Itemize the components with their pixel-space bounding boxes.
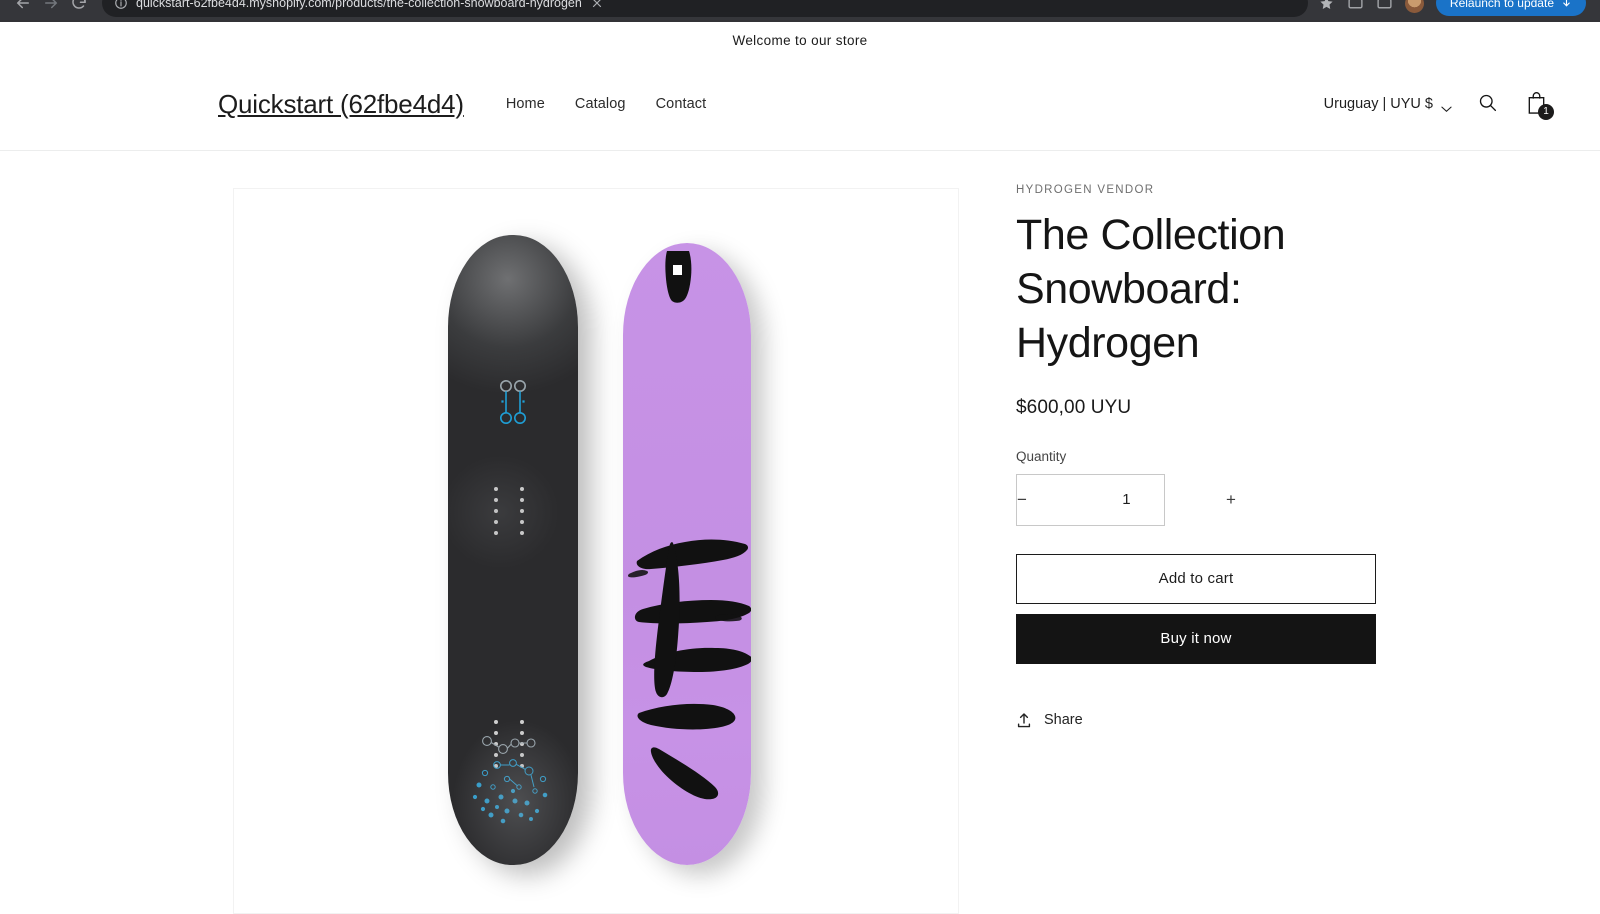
search-icon [1477, 92, 1498, 116]
store-name-link[interactable]: Quickstart (62fbe4d4) [218, 89, 464, 120]
cart-count-badge: 1 [1538, 104, 1554, 120]
relaunch-to-update-button[interactable]: Relaunch to update [1435, 0, 1586, 16]
close-icon[interactable] [590, 0, 604, 10]
download-arrow-icon [1561, 0, 1572, 9]
dot-grid-upper [494, 487, 532, 535]
bookmark-star-icon[interactable] [1318, 0, 1335, 12]
chevron-down-icon [1441, 101, 1452, 113]
quantity-label: Quantity [1016, 448, 1067, 464]
site-header: Quickstart (62fbe4d4) Home Catalog Conta… [0, 58, 1600, 151]
header-actions: Uruguay | UYU $ 1 [1323, 89, 1554, 120]
molecule-network-graphic [457, 727, 569, 831]
product-info: HYDROGEN VENDOR The Collection Snowboard… [1016, 184, 1396, 729]
address-bar[interactable]: quickstart-62fbe4d4.myshopify.com/produc… [102, 0, 1308, 17]
search-button[interactable] [1474, 91, 1500, 117]
relaunch-to-update-label: Relaunch to update [1449, 0, 1554, 10]
nav-link-home[interactable]: Home [506, 96, 545, 112]
quantity-increase-button[interactable]: + [1226, 475, 1236, 525]
share-upload-icon [1016, 712, 1032, 729]
cart-button[interactable]: 1 [1522, 89, 1554, 120]
forward-arrow-icon[interactable] [42, 0, 60, 12]
product-page: HYDROGEN VENDOR The Collection Snowboard… [0, 152, 1600, 914]
snowboard-dark-graphic [448, 235, 578, 865]
announcement-bar: Welcome to our store [0, 22, 1600, 58]
main-navigation: Home Catalog Contact [506, 96, 706, 112]
country-currency-selector[interactable]: Uruguay | UYU $ [1323, 96, 1452, 113]
quantity-stepper[interactable]: − + [1016, 473, 1236, 526]
quantity-decrease-button[interactable]: − [1017, 475, 1027, 525]
share-label: Share [1044, 712, 1083, 729]
product-title: The Collection Snowboard: Hydrogen [1016, 211, 1286, 368]
downloads-icon[interactable] [1376, 0, 1393, 12]
product-media-gallery[interactable] [233, 188, 959, 914]
buy-it-now-button[interactable]: Buy it now [1016, 613, 1376, 664]
hydrogen-logo-icon [496, 378, 530, 426]
profile-avatar-icon[interactable] [1404, 0, 1424, 13]
add-to-cart-button[interactable]: Add to cart [1016, 553, 1376, 604]
announcement-text: Welcome to our store [732, 32, 868, 48]
site-info-icon[interactable] [114, 0, 128, 10]
browser-toolbar: quickstart-62fbe4d4.myshopify.com/produc… [0, 0, 1600, 20]
address-bar-url: quickstart-62fbe4d4.myshopify.com/produc… [136, 0, 582, 10]
browser-chrome: quickstart-62fbe4d4.myshopify.com/produc… [0, 0, 1600, 22]
dot-grid-lower [494, 720, 532, 768]
quantity-input[interactable] [1026, 491, 1226, 509]
nav-link-catalog[interactable]: Catalog [575, 96, 626, 112]
product-vendor: HYDROGEN VENDOR [1016, 184, 1155, 196]
brush-strokes-graphic [627, 251, 751, 800]
product-image[interactable] [234, 189, 958, 913]
back-arrow-icon[interactable] [14, 0, 32, 12]
browser-toolbar-actions: Relaunch to update [1318, 0, 1586, 16]
extensions-icon[interactable] [1347, 0, 1364, 12]
product-price: $600,00 UYU [1016, 396, 1132, 418]
country-currency-label: Uruguay | UYU $ [1323, 96, 1433, 112]
nav-link-contact[interactable]: Contact [656, 96, 707, 112]
snowboard-lavender-graphic [623, 243, 751, 865]
reload-icon[interactable] [70, 0, 88, 12]
share-button[interactable]: Share [1016, 712, 1396, 729]
